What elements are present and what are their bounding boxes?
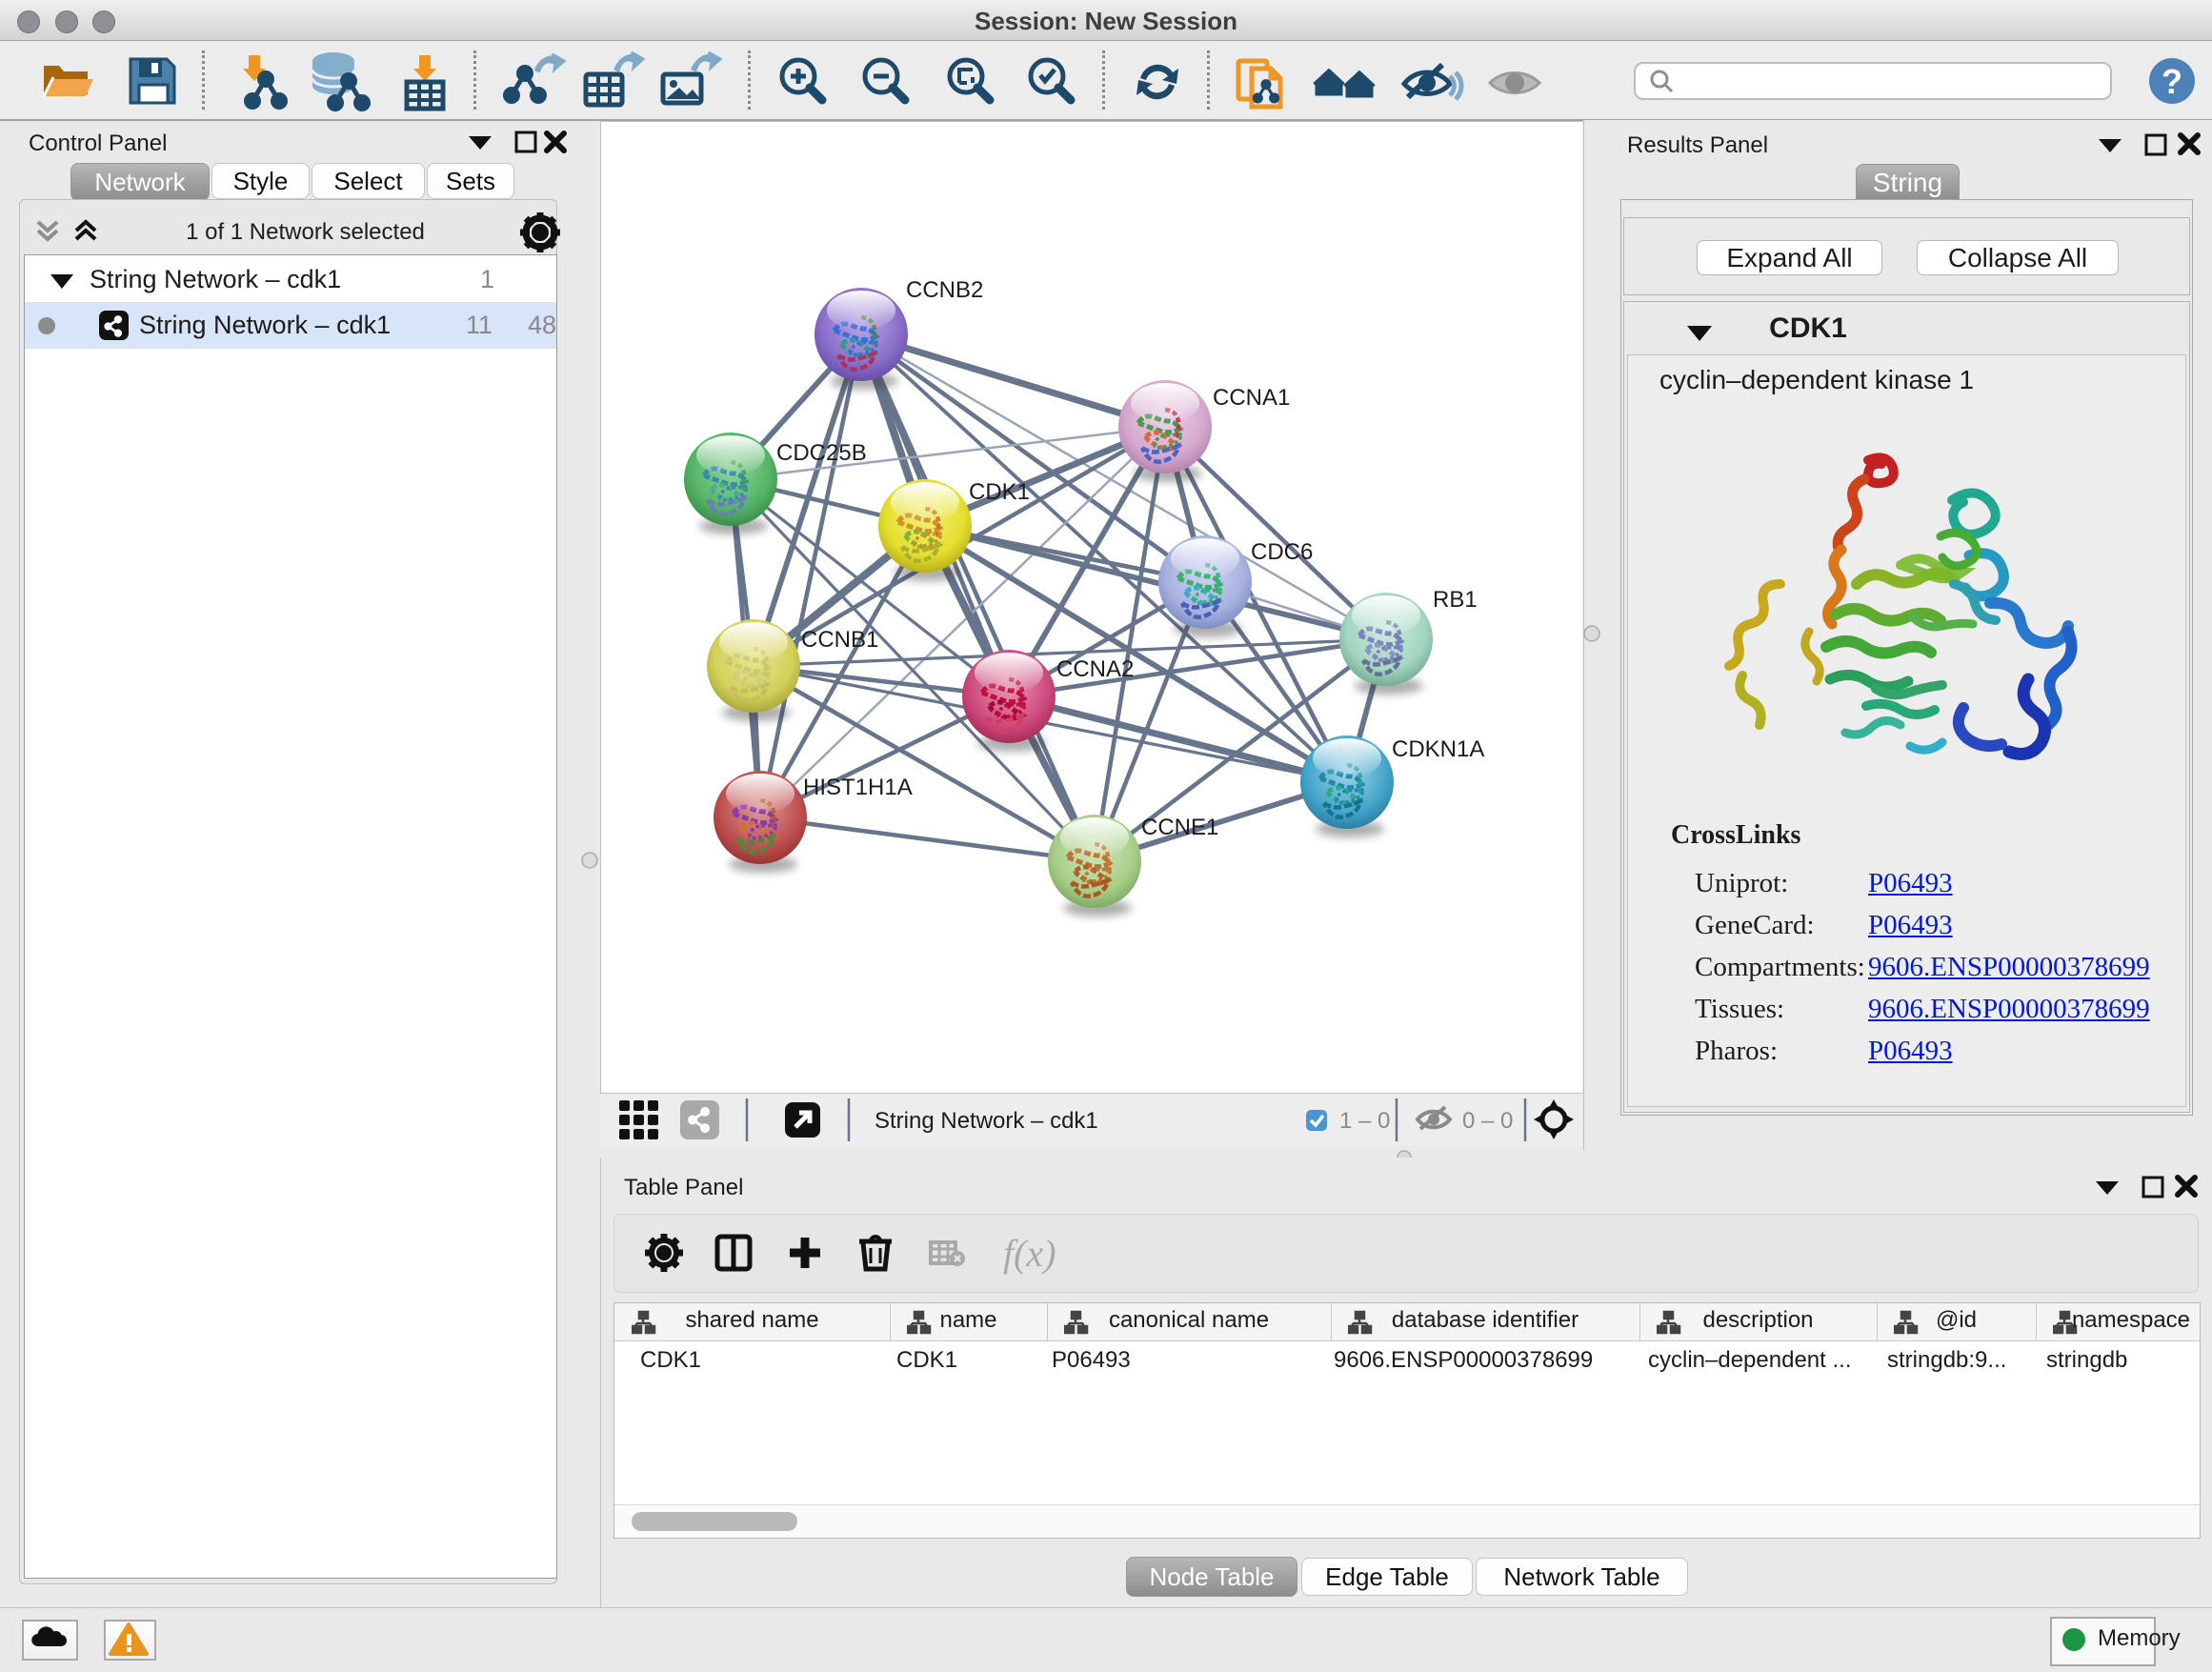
svg-text:CCNA1: CCNA1 [1213, 385, 1290, 411]
svg-text:0 – 0: 0 – 0 [1462, 1108, 1513, 1134]
svg-text:String Network – cdk1: String Network – cdk1 [875, 1108, 1098, 1134]
svg-text:?: ? [2162, 62, 2182, 101]
svg-text:f(x): f(x) [1003, 1232, 1056, 1275]
svg-text:CCNB2: CCNB2 [906, 277, 983, 303]
svg-text:CCNB1: CCNB1 [801, 627, 878, 653]
svg-text:CDKN1A: CDKN1A [1392, 736, 1484, 762]
svg-text:CCNA2: CCNA2 [1056, 656, 1134, 682]
svg-text:CCNE1: CCNE1 [1141, 815, 1218, 840]
svg-text:CDC25B: CDC25B [776, 440, 867, 466]
svg-text:HIST1H1A: HIST1H1A [803, 775, 913, 800]
svg-text:RB1: RB1 [1433, 587, 1478, 613]
svg-text:CDK1: CDK1 [969, 479, 1030, 505]
svg-text:CDC6: CDC6 [1251, 539, 1313, 565]
svg-text:1 – 0: 1 – 0 [1339, 1108, 1390, 1134]
